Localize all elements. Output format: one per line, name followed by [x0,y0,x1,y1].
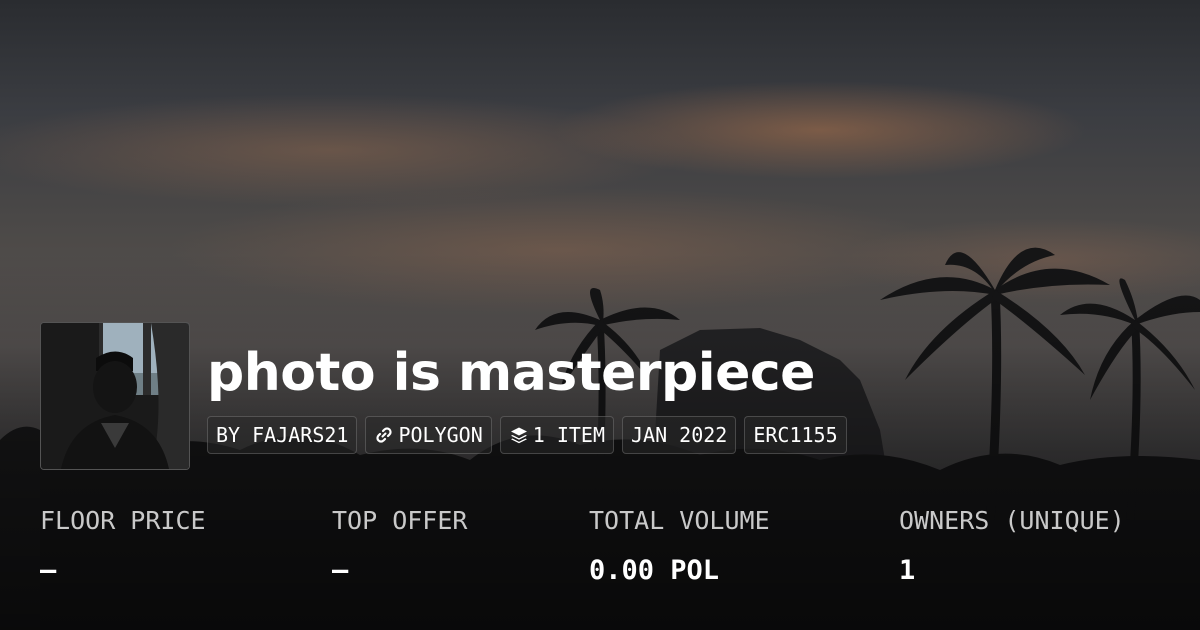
items-label: 1 ITEM [532,423,605,447]
stat-owners: OWNERS (UNIQUE) 1 [899,503,1125,591]
owners-label: OWNERS (UNIQUE) [899,506,1125,535]
standard-label: ERC1155 [753,423,838,447]
date-tag: JAN 2022 [622,416,737,454]
layers-icon [509,425,529,445]
chain-tag[interactable]: POLYGON [365,416,492,454]
collection-avatar[interactable] [40,322,190,470]
stat-total-volume: TOTAL VOLUME 0.00 POL [589,503,770,591]
owners-value: 1 [899,555,916,586]
top-offer-value: – [332,555,349,586]
top-offer-label: TOP OFFER [332,506,468,535]
collection-tags: BY FAJARS21 POLYGON 1 ITEM JAN 2022 ERC1… [207,416,847,454]
total-volume-label: TOTAL VOLUME [589,506,770,535]
date-label: JAN 2022 [631,423,728,447]
collection-title: photo is masterpiece [207,343,815,403]
total-volume-value: 0.00 POL [589,555,720,586]
avatar-photo [41,323,189,469]
creator-label: BY FAJARS21 [216,423,349,447]
stat-floor-price: FLOOR PRICE – [40,503,206,591]
floor-price-value: – [40,555,57,586]
stat-top-offer: TOP OFFER – [332,503,467,591]
floor-price-label: FLOOR PRICE [40,506,206,535]
chain-label: POLYGON [398,423,483,447]
standard-tag: ERC1155 [744,416,847,454]
items-tag[interactable]: 1 ITEM [499,416,614,454]
creator-tag[interactable]: BY FAJARS21 [207,416,358,454]
link-icon [374,425,394,445]
